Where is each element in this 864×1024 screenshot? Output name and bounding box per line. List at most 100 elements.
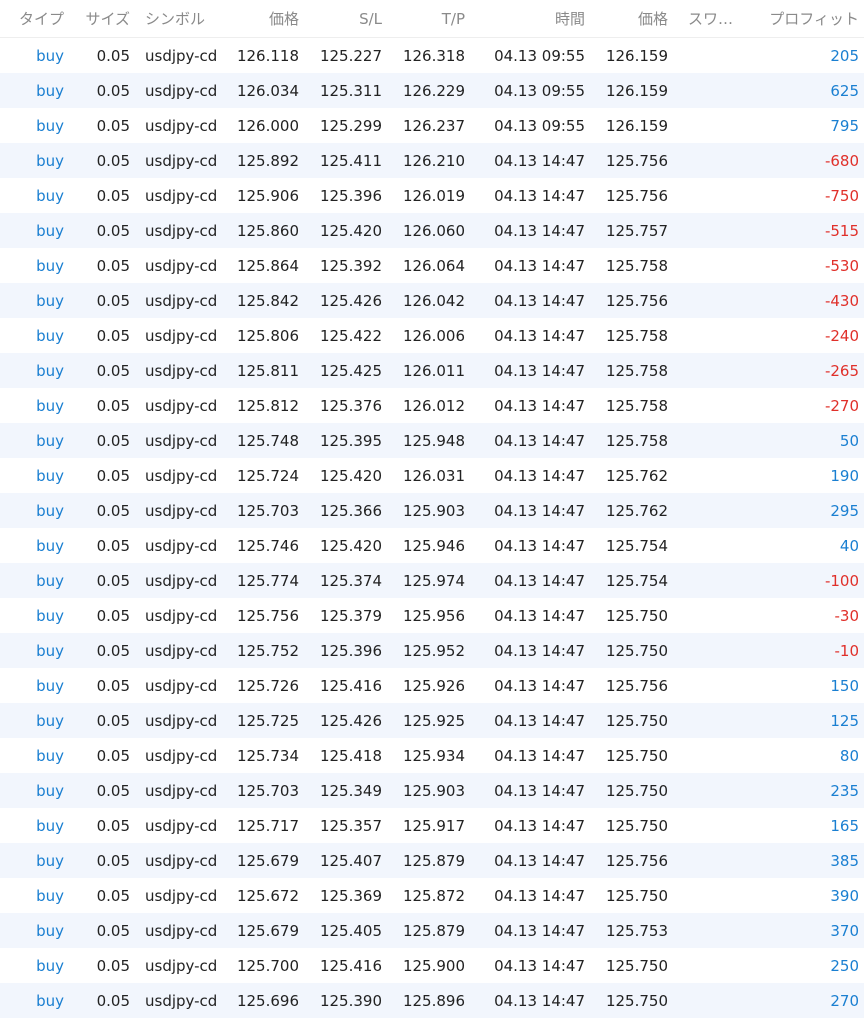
table-row[interactable]: buy 0.05 usdjpy-cd 125.726 125.416 125.926 04.… [0, 668, 864, 703]
header-size[interactable]: サイズ [70, 0, 130, 37]
table-row[interactable]: buy 0.05 usdjpy-cd 125.806 125.422 126.006 04.… [0, 318, 864, 353]
cell-tp: 125.974 [402, 571, 465, 590]
cell-open-price: 126.118 [236, 46, 299, 65]
table-row[interactable]: buy 0.05 usdjpy-cd 125.774 125.374 125.974 04.… [0, 563, 864, 598]
cell-time: 04.13 14:47 [494, 186, 585, 205]
cell-tp: 126.060 [402, 221, 465, 240]
cell-type: buy [36, 116, 64, 135]
table-row[interactable]: buy 0.05 usdjpy-cd 125.734 125.418 125.934 04.… [0, 738, 864, 773]
cell-size: 0.05 [96, 921, 130, 940]
table-row[interactable]: buy 0.05 usdjpy-cd 125.906 125.396 126.019 04.… [0, 178, 864, 213]
cell-time: 04.13 14:47 [494, 466, 585, 485]
cell-sl: 125.420 [319, 466, 382, 485]
cell-open-price: 125.892 [236, 151, 299, 170]
table-row[interactable]: buy 0.05 usdjpy-cd 125.696 125.390 125.896 04.… [0, 983, 864, 1018]
table-row[interactable]: buy 0.05 usdjpy-cd 126.118 125.227 126.318 04.… [0, 38, 864, 73]
cell-symbol: usdjpy-cd [145, 711, 218, 730]
cell-swap [688, 108, 748, 143]
cell-symbol: usdjpy-cd [145, 431, 218, 450]
cell-sl: 125.357 [319, 816, 382, 835]
cell-symbol: usdjpy-cd [145, 606, 218, 625]
cell-sl: 125.390 [319, 991, 382, 1010]
cell-swap [688, 73, 748, 108]
cell-profit: -30 [834, 606, 860, 625]
cell-current-price: 125.762 [605, 501, 668, 520]
header-sl[interactable]: S/L [310, 0, 382, 37]
cell-tp: 125.900 [402, 956, 465, 975]
table-row[interactable]: buy 0.05 usdjpy-cd 125.700 125.416 125.900 04.… [0, 948, 864, 983]
cell-current-price: 125.754 [605, 536, 668, 555]
table-row[interactable]: buy 0.05 usdjpy-cd 125.717 125.357 125.917 04.… [0, 808, 864, 843]
header-symbol[interactable]: シンボル [145, 0, 230, 37]
cell-size: 0.05 [96, 676, 130, 695]
cell-size: 0.05 [96, 536, 130, 555]
cell-type: buy [36, 816, 64, 835]
cell-type: buy [36, 956, 64, 975]
table-row[interactable]: buy 0.05 usdjpy-cd 125.812 125.376 126.012 04.… [0, 388, 864, 423]
cell-sl: 125.374 [319, 571, 382, 590]
cell-current-price: 125.750 [605, 746, 668, 765]
cell-symbol: usdjpy-cd [145, 46, 218, 65]
cell-time: 04.13 14:47 [494, 396, 585, 415]
header-open-price[interactable]: 価格 [225, 0, 299, 37]
cell-current-price: 125.750 [605, 641, 668, 660]
table-row[interactable]: buy 0.05 usdjpy-cd 125.748 125.395 125.948 04.… [0, 423, 864, 458]
header-profit[interactable]: プロフィット [750, 0, 859, 37]
cell-sl: 125.227 [319, 46, 382, 65]
cell-time: 04.13 14:47 [494, 816, 585, 835]
cell-symbol: usdjpy-cd [145, 151, 218, 170]
cell-open-price: 125.724 [236, 466, 299, 485]
cell-symbol: usdjpy-cd [145, 466, 218, 485]
header-swap[interactable]: スワ… [688, 0, 748, 37]
cell-symbol: usdjpy-cd [145, 361, 218, 380]
cell-current-price: 125.758 [605, 431, 668, 450]
cell-profit: 385 [830, 851, 859, 870]
cell-current-price: 125.756 [605, 676, 668, 695]
table-row[interactable]: buy 0.05 usdjpy-cd 125.679 125.407 125.879 04.… [0, 843, 864, 878]
table-row[interactable]: buy 0.05 usdjpy-cd 125.864 125.392 126.064 04.… [0, 248, 864, 283]
table-row[interactable]: buy 0.05 usdjpy-cd 125.752 125.396 125.952 04.… [0, 633, 864, 668]
table-row[interactable]: buy 0.05 usdjpy-cd 125.679 125.405 125.879 04.… [0, 913, 864, 948]
cell-sl: 125.420 [319, 536, 382, 555]
cell-swap [688, 178, 748, 213]
cell-swap [688, 283, 748, 318]
cell-swap [688, 318, 748, 353]
table-row[interactable]: buy 0.05 usdjpy-cd 125.892 125.411 126.210 04.… [0, 143, 864, 178]
cell-current-price: 125.762 [605, 466, 668, 485]
header-time[interactable]: 時間 [480, 0, 585, 37]
cell-open-price: 125.748 [236, 431, 299, 450]
cell-open-price: 125.696 [236, 991, 299, 1010]
cell-tp: 126.031 [402, 466, 465, 485]
table-row[interactable]: buy 0.05 usdjpy-cd 126.000 125.299 126.237 04.… [0, 108, 864, 143]
header-type[interactable]: タイプ [0, 0, 64, 37]
cell-type: buy [36, 361, 64, 380]
cell-size: 0.05 [96, 851, 130, 870]
cell-time: 04.13 14:47 [494, 291, 585, 310]
table-row[interactable]: buy 0.05 usdjpy-cd 125.724 125.420 126.031 04.… [0, 458, 864, 493]
cell-sl: 125.407 [319, 851, 382, 870]
table-row[interactable]: buy 0.05 usdjpy-cd 125.746 125.420 125.946 04.… [0, 528, 864, 563]
table-row[interactable]: buy 0.05 usdjpy-cd 125.860 125.420 126.060 04.… [0, 213, 864, 248]
cell-profit: 165 [830, 816, 859, 835]
cell-time: 04.13 14:47 [494, 221, 585, 240]
cell-profit: 295 [830, 501, 859, 520]
table-row[interactable]: buy 0.05 usdjpy-cd 125.811 125.425 126.011 04.… [0, 353, 864, 388]
cell-tp: 125.946 [402, 536, 465, 555]
cell-symbol: usdjpy-cd [145, 921, 218, 940]
table-row[interactable]: buy 0.05 usdjpy-cd 125.756 125.379 125.956 04.… [0, 598, 864, 633]
header-current-price[interactable]: 価格 [590, 0, 668, 37]
cell-current-price: 126.159 [605, 116, 668, 135]
table-row[interactable]: buy 0.05 usdjpy-cd 125.725 125.426 125.925 04.… [0, 703, 864, 738]
header-tp[interactable]: T/P [392, 0, 465, 37]
cell-size: 0.05 [96, 326, 130, 345]
cell-swap [688, 913, 748, 948]
cell-sl: 125.349 [319, 781, 382, 800]
cell-open-price: 126.000 [236, 116, 299, 135]
table-row[interactable]: buy 0.05 usdjpy-cd 125.703 125.349 125.903 04.… [0, 773, 864, 808]
cell-open-price: 125.864 [236, 256, 299, 275]
cell-tp: 126.019 [402, 186, 465, 205]
table-row[interactable]: buy 0.05 usdjpy-cd 125.842 125.426 126.042 04.… [0, 283, 864, 318]
table-row[interactable]: buy 0.05 usdjpy-cd 125.703 125.366 125.903 04.… [0, 493, 864, 528]
table-row[interactable]: buy 0.05 usdjpy-cd 126.034 125.311 126.229 04.… [0, 73, 864, 108]
table-row[interactable]: buy 0.05 usdjpy-cd 125.672 125.369 125.872 04.… [0, 878, 864, 913]
